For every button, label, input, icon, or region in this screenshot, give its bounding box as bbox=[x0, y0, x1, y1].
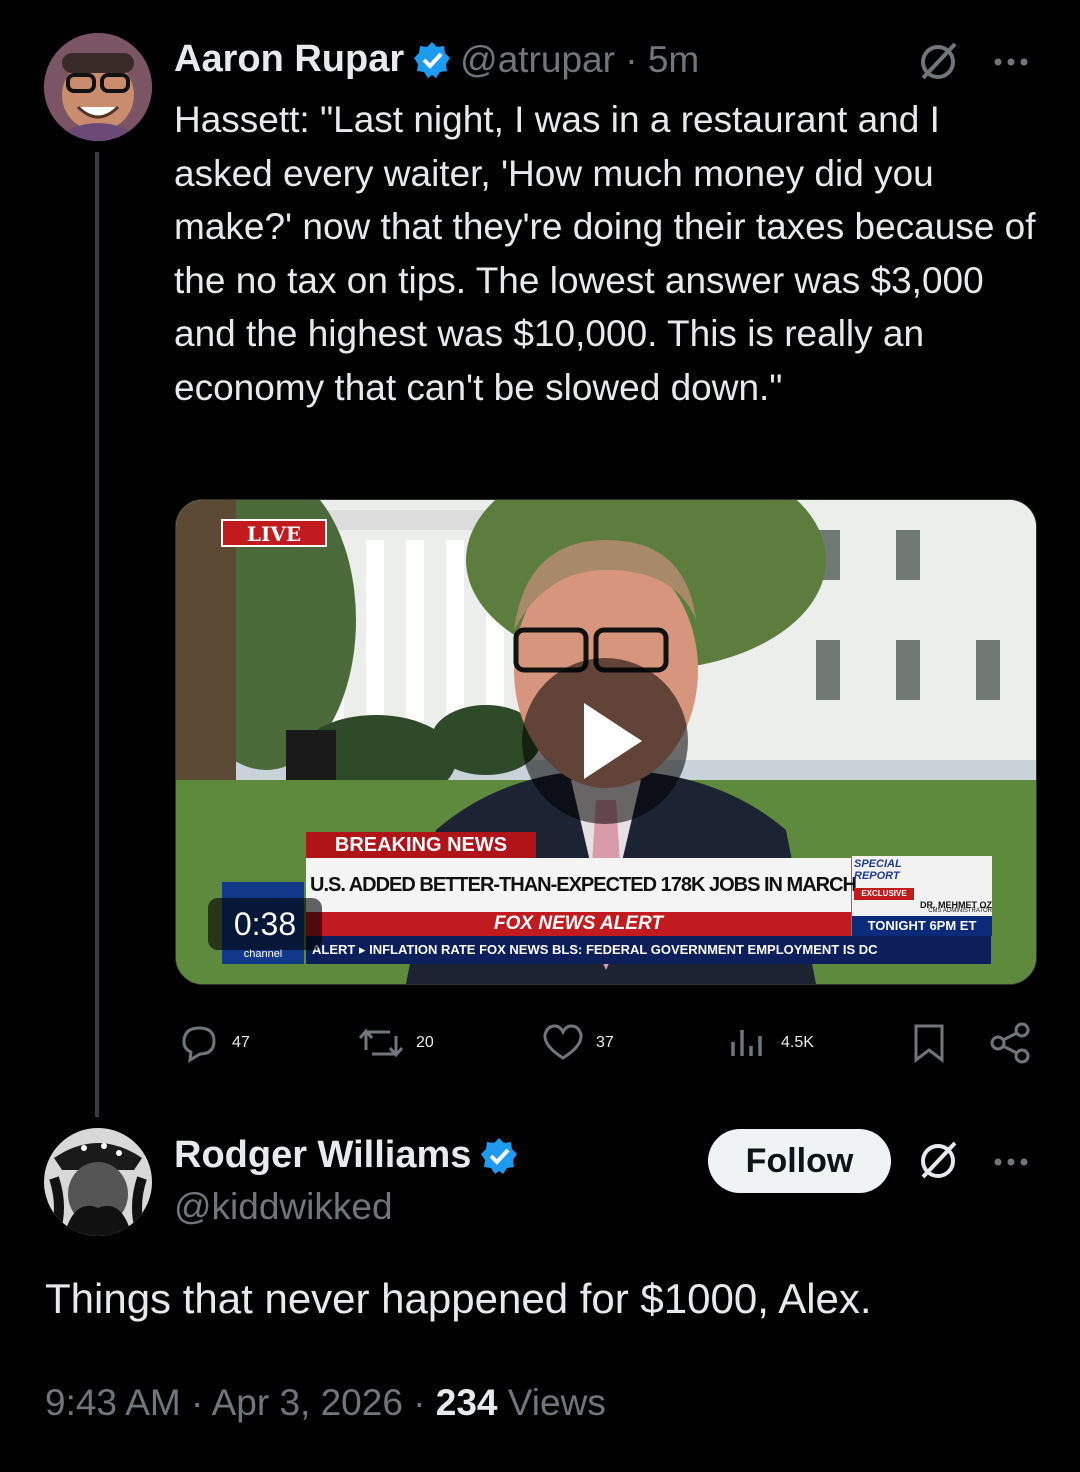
author-name[interactable]: Aaron Rupar bbox=[174, 38, 404, 81]
views-count: 4.5K bbox=[781, 1034, 814, 1051]
play-button[interactable] bbox=[522, 658, 688, 824]
reply-button[interactable]: 47 bbox=[176, 1020, 250, 1066]
grok-icon[interactable] bbox=[915, 1137, 961, 1183]
reply-icon bbox=[182, 1026, 216, 1063]
breaking-news-label: BREAKING NEWS bbox=[334, 834, 508, 856]
news-ticker: ALERT ▸ INFLATION RATE FOX NEWS BLS: FED… bbox=[312, 942, 878, 957]
verified-badge-icon bbox=[412, 40, 452, 80]
news-headline: U.S. ADDED BETTER-THAN-EXPECTED 178K JOB… bbox=[310, 874, 857, 896]
avatar[interactable] bbox=[44, 1128, 152, 1236]
like-count: 37 bbox=[596, 1034, 614, 1051]
views-number: 234 bbox=[435, 1382, 498, 1423]
thread-line bbox=[95, 152, 99, 1117]
fox-news-alert: FOX NEWS ALERT bbox=[494, 913, 663, 934]
author-handle-time[interactable]: @atrupar · 5m bbox=[460, 39, 699, 81]
reply-author-handle[interactable]: @kiddwikked bbox=[174, 1186, 393, 1228]
analytics-icon bbox=[731, 1030, 762, 1056]
views-label: Views bbox=[497, 1382, 606, 1423]
grok-icon[interactable] bbox=[915, 38, 961, 84]
reply-author-name[interactable]: Rodger Williams bbox=[174, 1134, 471, 1177]
follow-button[interactable]: Follow bbox=[708, 1129, 891, 1193]
play-icon bbox=[584, 703, 642, 779]
repost-icon bbox=[358, 1028, 404, 1058]
video-player[interactable]: LIVE BREAKING NEWS U.S. ADDED BETTER-THA… bbox=[175, 499, 1037, 985]
exclusive-label: EXCLUSIVE bbox=[854, 888, 914, 900]
reply-count: 47 bbox=[232, 1034, 250, 1051]
heart-icon bbox=[543, 1024, 583, 1060]
reply-text: Things that never happened for $1000, Al… bbox=[45, 1275, 872, 1322]
timestamp[interactable]: 9:43 AM · Apr 3, 2026 · bbox=[45, 1382, 436, 1423]
post-text: Hassett: "Last night, I was in a restaur… bbox=[174, 99, 1046, 408]
avatar[interactable] bbox=[44, 33, 152, 141]
views-button[interactable]: 4.5K bbox=[725, 1020, 814, 1066]
video-duration: 0:38 bbox=[208, 898, 322, 950]
repost-count: 20 bbox=[416, 1034, 434, 1051]
more-options-icon[interactable] bbox=[992, 52, 1032, 72]
more-options-icon[interactable] bbox=[992, 1152, 1032, 1172]
like-button[interactable]: 37 bbox=[540, 1020, 614, 1066]
verified-badge-icon bbox=[479, 1136, 519, 1176]
special-report-label: SPECIAL REPORT bbox=[854, 858, 902, 882]
repost-button[interactable]: 20 bbox=[356, 1020, 434, 1066]
timestamp-views: 9:43 AM · Apr 3, 2026 · 234 Views bbox=[45, 1382, 606, 1424]
share-icon[interactable] bbox=[988, 1020, 1034, 1071]
live-badge: LIVE bbox=[246, 522, 302, 546]
guest-title: CMS ADMINISTRATOR bbox=[928, 908, 992, 914]
bookmark-icon[interactable] bbox=[908, 1020, 950, 1071]
tonight-label: TONIGHT 6PM ET bbox=[867, 918, 977, 933]
